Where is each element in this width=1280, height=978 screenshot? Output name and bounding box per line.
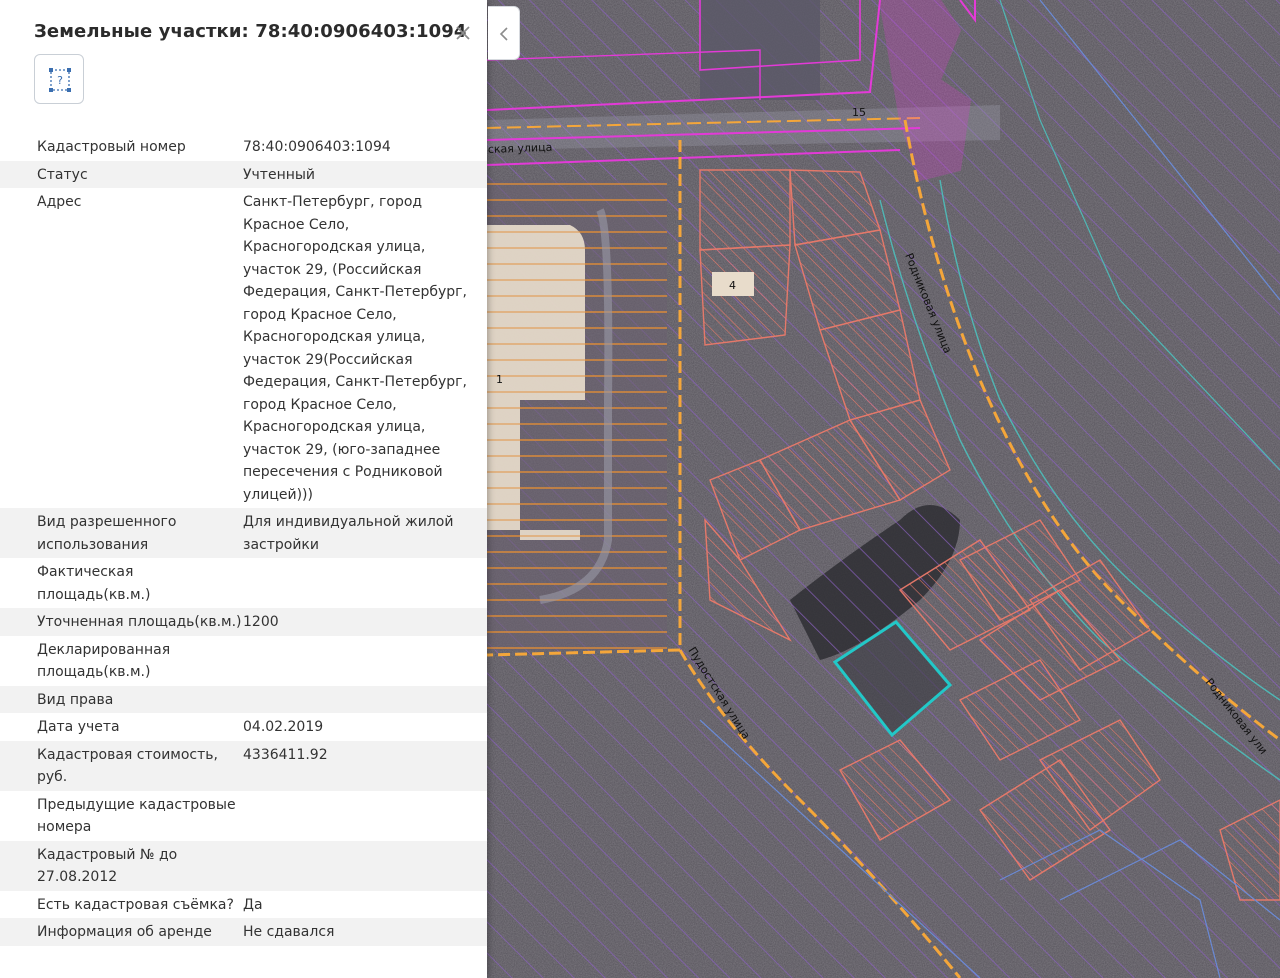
property-key: Вид права xyxy=(37,691,114,708)
property-row: Предыдущие кадастровые номера xyxy=(0,791,487,841)
property-value: Да xyxy=(243,896,263,913)
property-key: Дата учета xyxy=(37,719,120,735)
property-key: Информация об аренде xyxy=(37,924,212,940)
close-icon[interactable] xyxy=(450,20,476,46)
property-value: 1200 xyxy=(243,614,279,630)
parcel-geometry-button[interactable]: ? xyxy=(34,54,84,104)
property-row: Фактическая площадь(кв.м.) xyxy=(0,558,487,608)
property-row: Декларированная площадь(кв.м.) xyxy=(0,636,487,686)
property-value xyxy=(243,561,473,606)
property-value: Не сдавался xyxy=(243,924,335,940)
collapse-panel-button[interactable] xyxy=(488,6,520,60)
property-value: Санкт-Петербург, город Красное Село, Кра… xyxy=(243,194,467,503)
svg-text:?: ? xyxy=(57,74,63,87)
property-key: Предыдущие кадастровые номера xyxy=(37,796,236,836)
property-key: Кадастровый № до 27.08.2012 xyxy=(37,846,178,886)
parcel-geometry-icon: ? xyxy=(49,68,71,92)
property-table: Кадастровый номер 78:40:0906403:1094 Стату… xyxy=(0,133,487,946)
property-row: Дата учета 04.02.2019 xyxy=(0,713,487,741)
property-value: Для индивидуальной жилой застройки xyxy=(243,514,454,553)
property-row: Уточненная площадь(кв.м.) 1200 xyxy=(0,608,487,636)
street-label-top: ская улица xyxy=(488,141,553,156)
property-row: Вид права xyxy=(0,685,487,713)
property-key: Уточненная площадь(кв.м.) xyxy=(37,614,242,630)
property-key: Адрес xyxy=(37,194,82,210)
property-key: Есть кадастровая съёмка? xyxy=(37,896,234,913)
property-key: Статус xyxy=(37,166,88,183)
property-key: Декларированная площадь(кв.м.) xyxy=(37,641,171,681)
property-key: Вид разрешенного использования xyxy=(37,514,177,553)
parcel-label-15: 15 xyxy=(852,106,866,119)
property-key: Кадастровая стоимость, руб. xyxy=(37,746,218,786)
property-value: 4336411.92 xyxy=(243,746,328,763)
property-row: Информация об аренде Не сдавался xyxy=(0,918,487,946)
property-row: Кадастровая стоимость, руб. 4336411.92 xyxy=(0,740,487,791)
parcel-label-4: 4 xyxy=(729,279,736,292)
property-row: Статус Учтенный xyxy=(0,160,487,188)
property-key: Кадастровый номер xyxy=(37,139,186,155)
property-value xyxy=(243,639,473,684)
parcel-label-1: 1 xyxy=(496,373,503,386)
property-key: Фактическая площадь(кв.м.) xyxy=(37,564,151,603)
property-value: 78:40:0906403:1094 xyxy=(243,139,391,155)
property-row: Кадастровый номер 78:40:0906403:1094 xyxy=(0,133,487,161)
chevron-left-icon xyxy=(499,27,508,41)
property-row: Есть кадастровая съёмка? Да xyxy=(0,891,487,919)
parcel-info-panel: Земельные участки: 78:40:0906403:1094 ? … xyxy=(0,0,487,978)
property-row: Адрес Санкт-Петербург, город Красное Село… xyxy=(0,188,487,508)
property-value: Учтенный xyxy=(243,166,316,183)
property-row: Кадастровый № до 27.08.2012 xyxy=(0,840,487,891)
property-value xyxy=(243,844,473,889)
property-value xyxy=(243,689,473,712)
panel-title: Земельные участки: 78:40:0906403:1094 xyxy=(34,21,467,42)
property-value xyxy=(243,794,473,839)
property-value: 04.02.2019 xyxy=(243,719,324,735)
property-row: Вид разрешенного использования Для индиви… xyxy=(0,508,487,558)
